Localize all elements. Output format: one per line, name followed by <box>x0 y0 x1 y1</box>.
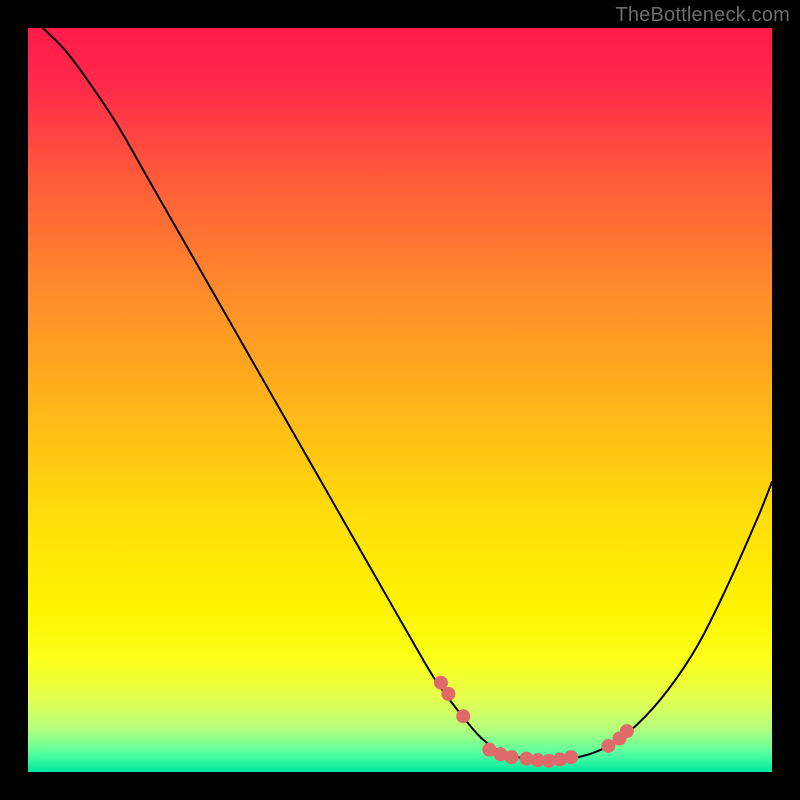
sample-point <box>441 687 455 701</box>
attribution-label: TheBottleneck.com <box>615 4 790 27</box>
sample-point <box>564 750 578 764</box>
chart-background <box>28 28 772 772</box>
sample-point <box>456 709 470 723</box>
chart-plot-area <box>28 28 772 772</box>
sample-point <box>620 724 634 738</box>
chart-frame: TheBottleneck.com <box>0 0 800 800</box>
sample-point <box>505 750 519 764</box>
chart-svg <box>28 28 772 772</box>
